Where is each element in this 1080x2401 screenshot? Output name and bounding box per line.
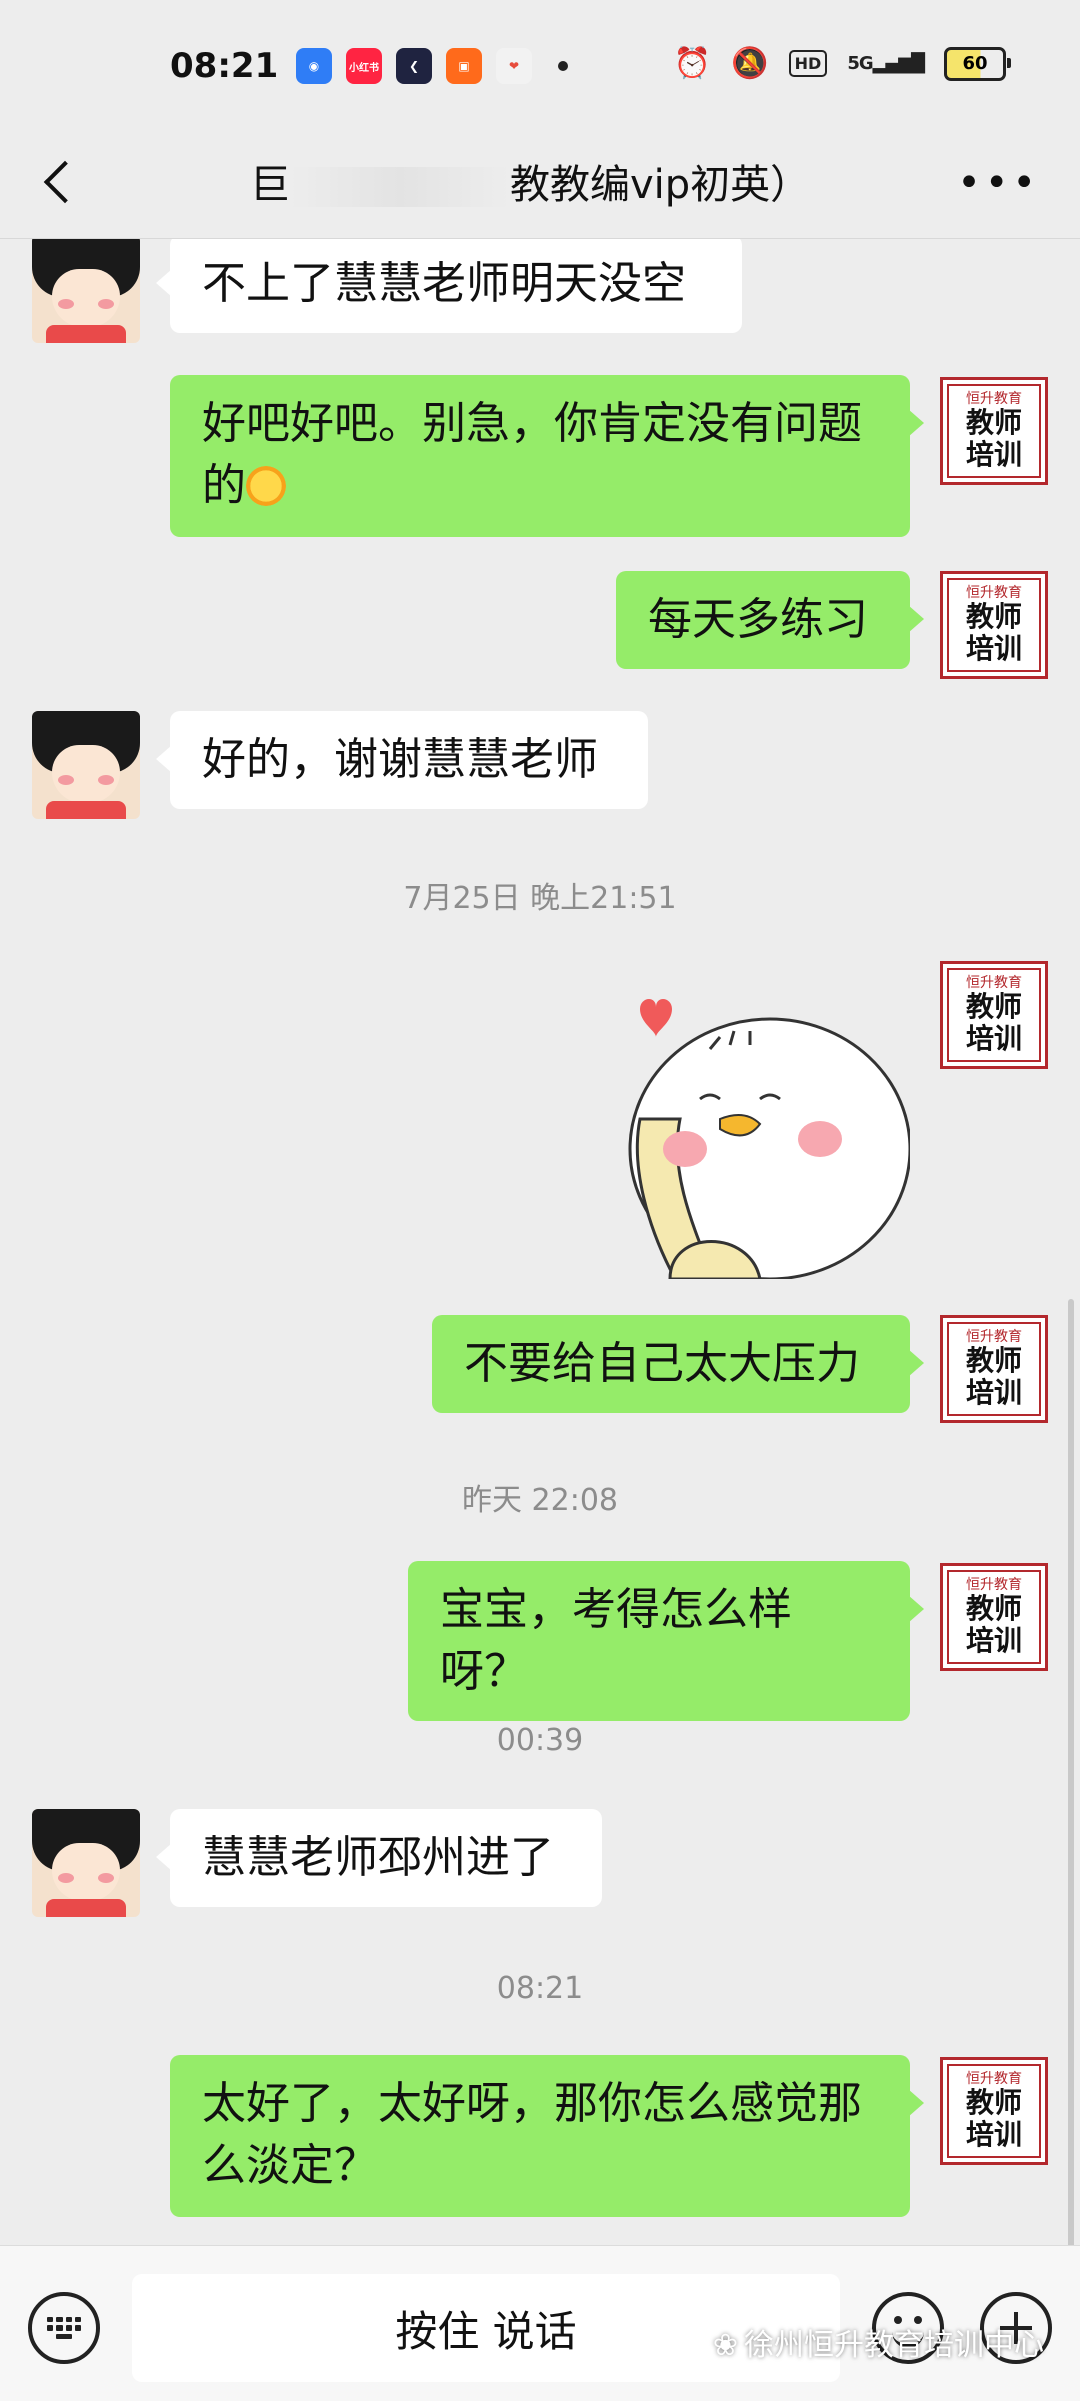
avatar-line1: 教师 <box>965 2086 1022 2119</box>
avatar-line1: 教师 <box>965 406 1022 439</box>
alarm-icon: ⏰ <box>673 46 712 81</box>
avatar-small-text: 恒升教育 <box>966 2071 1022 2087</box>
message-bubble-right[interactable]: 太好了，太好呀，那你怎么感觉那么淡定？ <box>170 2055 924 2217</box>
teacher-avatar[interactable]: 恒升教育 教师 培训 <box>940 571 1048 679</box>
avatar-small-text: 恒升教育 <box>966 391 1022 407</box>
signal-5g-icon: 5G▂▄▆█ <box>847 53 925 74</box>
chat-title-suffix: 教教编vip初英） <box>510 162 811 208</box>
avatar-small-text: 恒升教育 <box>966 1329 1022 1345</box>
battery-icon: 60 <box>944 46 1011 81</box>
avatar-line2: 培训 <box>965 1624 1022 1657</box>
avatar-small-text: 恒升教育 <box>966 1577 1022 1593</box>
avatar-line2: 培训 <box>965 632 1022 665</box>
teacher-avatar[interactable]: 恒升教育 教师 培训 <box>940 1315 1048 1423</box>
teacher-avatar[interactable]: 恒升教育 教师 培训 <box>940 1563 1048 1671</box>
chat-title-prefix: 巨 <box>250 162 290 208</box>
avatar-line1: 教师 <box>965 1344 1022 1377</box>
avatar-line1: 教师 <box>965 600 1022 633</box>
chat-title: 巨 教教编vip初英） <box>250 152 850 210</box>
timestamp: 08:21 <box>496 1971 584 2006</box>
teacher-avatar[interactable]: 恒升教育 教师 培训 <box>940 2057 1048 2165</box>
wechat-icon: ❀ <box>712 2328 738 2363</box>
teacher-avatar[interactable]: 恒升教育 教师 培训 <box>940 377 1048 485</box>
keyboard-toggle-button[interactable] <box>28 2292 100 2364</box>
message-bubble-right[interactable]: 不要给自己太大压力 <box>432 1315 924 1413</box>
watermark: ❀ 徐州恒升教育培训中心 <box>713 2320 1044 2364</box>
avatar-small-text: 恒升教育 <box>966 975 1022 991</box>
chat-scrollbar[interactable] <box>1068 1299 1074 2245</box>
battery-level: 60 <box>962 53 988 74</box>
avatar-small-text: 恒升教育 <box>966 585 1022 601</box>
avatar-line2: 培训 <box>965 1376 1022 1409</box>
status-right-icons: ⏰ 🔕 HD 5G▂▄▆█ 60 <box>673 46 1011 81</box>
xiaohongshu-icon: 小红书 <box>346 48 382 84</box>
contact-avatar[interactable] <box>32 711 140 819</box>
keyboard-icon <box>47 2317 81 2339</box>
more-notifications-dot-icon <box>558 61 568 71</box>
timestamp: 7月25日 晚上21:51 <box>403 881 677 916</box>
avatar-line1: 教师 <box>965 990 1022 1023</box>
avatar-line2: 培训 <box>965 438 1022 471</box>
more-options-button[interactable]: ••• <box>957 160 1040 206</box>
avatar-line2: 培训 <box>965 1022 1022 1055</box>
kuaishou-icon: ▣ <box>446 48 482 84</box>
contact-avatar[interactable] <box>32 1809 140 1917</box>
message-bubble-left[interactable]: 好的，谢谢慧慧老师 <box>156 711 648 809</box>
avatar-line1: 教师 <box>965 1592 1022 1625</box>
sun-emoji-icon <box>246 466 286 506</box>
status-time: 08:21 <box>170 46 279 86</box>
mute-icon: 🔕 <box>731 46 769 81</box>
status-app-icons: ◉ 小红书 ❮ ▣ ❤ <box>296 48 568 84</box>
message-bubble-right[interactable]: 好吧好吧。别急，你肯定没有问题的 <box>170 375 924 537</box>
hd-badge: HD <box>788 50 828 77</box>
message-bubble-left[interactable]: 慧慧老师邳州进了 <box>156 1809 602 1907</box>
title-redacted <box>290 167 510 207</box>
back-button[interactable] <box>30 152 90 212</box>
teacher-avatar[interactable]: 恒升教育 教师 培训 <box>940 961 1048 1069</box>
duck-sticker[interactable] <box>610 979 910 1279</box>
contact-avatar[interactable] <box>32 239 140 343</box>
status-bar: 08:21 ◉ 小红书 ❮ ▣ ❤ ⏰ 🔕 HD 5G▂▄▆█ 60 <box>0 0 1080 130</box>
message-bubble-right[interactable]: 每天多练习 <box>616 571 924 669</box>
avatar-line2: 培训 <box>965 2118 1022 2151</box>
app-red-pin-icon: ❤ <box>496 48 532 84</box>
message-bubble-right[interactable]: 宝宝，考得怎么样呀？ <box>408 1561 924 1721</box>
chat-header: 巨 教教编vip初英） ••• <box>0 130 1080 239</box>
message-bubble-left[interactable]: 不上了慧慧老师明天没空 <box>156 239 742 333</box>
timestamp: 昨天 22:08 <box>462 1483 618 1518</box>
app-dark-icon: ❮ <box>396 48 432 84</box>
network-label: 5G <box>847 53 873 74</box>
watermark-text: 徐州恒升教育培训中心 <box>744 2328 1044 2363</box>
app-blue-icon: ◉ <box>296 48 332 84</box>
timestamp: 00:39 <box>496 1723 584 1758</box>
message-text: 好吧好吧。别急，你肯定没有问题的 <box>202 398 862 511</box>
chat-message-list[interactable]: 不上了慧慧老师明天没空 恒升教育 教师 培训 好吧好吧。别急，你肯定没有问题的 … <box>0 239 1080 2245</box>
